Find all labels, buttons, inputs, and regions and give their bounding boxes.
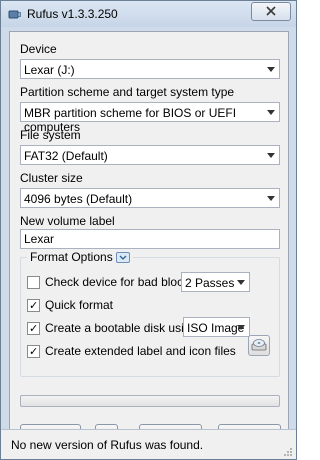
bad-blocks-passes-select[interactable]: 2 Passes [181,272,250,292]
device-value: Lexar (J:) [24,63,75,77]
bad-blocks-passes-value: 2 Passes [185,276,235,290]
chevron-down-icon [237,325,245,330]
partition-label: Partition scheme and target system type [20,85,235,99]
extended-label-text: Create extended label and icon files [45,344,236,358]
main-panel: Device Lexar (J:) Partition scheme and t… [9,31,289,453]
bad-blocks-option[interactable]: Check device for bad blocks: [27,275,198,289]
quick-format-option[interactable]: ✓ Quick format [27,298,113,312]
cluster-label: Cluster size [20,171,83,185]
device-label: Device [20,42,57,56]
extended-label-checkbox[interactable]: ✓ [27,344,40,358]
device-select[interactable]: Lexar (J:) [20,59,280,79]
volume-label-field[interactable] [20,229,280,249]
select-image-button[interactable] [248,335,270,356]
bootable-label: Create a bootable disk using: [45,321,201,335]
status-text: No new version of Rufus was found. [11,438,204,452]
volume-label-input[interactable] [21,230,275,248]
window-close-button[interactable] [251,2,291,21]
filesystem-select[interactable]: FAT32 (Default) [20,145,280,165]
extended-label-option[interactable]: ✓ Create extended label and icon files [27,344,236,358]
quick-format-checkbox[interactable]: ✓ [27,298,40,312]
title-bar[interactable]: Rufus v1.3.3.250 [1,1,296,27]
check-icon: ✓ [29,299,39,312]
cluster-value: 4096 bytes (Default) [24,192,133,206]
bootable-option[interactable]: ✓ Create a bootable disk using: [27,321,200,335]
cluster-select[interactable]: 4096 bytes (Default) [20,188,280,208]
bad-blocks-label: Check device for bad blocks: [45,275,199,289]
chevron-down-icon [119,250,127,264]
bootable-type-value: ISO Image [187,321,245,335]
disc-drive-icon [251,337,267,354]
close-icon [266,5,276,19]
filesystem-value: FAT32 (Default) [24,149,108,163]
window-title: Rufus v1.3.3.250 [27,7,118,21]
format-options-expand-button[interactable] [115,250,130,264]
quick-format-label: Quick format [45,298,114,312]
chevron-down-icon [267,196,275,201]
format-options-group: Format Options Check device for bad bloc… [20,250,280,377]
chevron-down-icon [267,110,275,115]
partition-select[interactable]: MBR partition scheme for BIOS or UEFI co… [20,102,280,134]
bootable-type-select[interactable]: ISO Image [183,317,250,337]
volume-label-caption: New volume label [20,214,115,228]
format-options-label: Format Options [30,250,113,264]
chevron-down-icon [267,67,275,72]
resize-grip-icon[interactable] [283,446,293,456]
rufus-window: Rufus v1.3.3.250 Device Lexar (J:) Parti… [0,0,297,460]
filesystem-label: File system [20,128,81,142]
format-options-title: Format Options [27,250,133,264]
check-icon: ✓ [29,322,39,335]
check-icon: ✓ [29,345,39,358]
bad-blocks-checkbox[interactable] [27,275,40,289]
status-bar: No new version of Rufus was found. [1,429,296,459]
chevron-down-icon [237,280,245,285]
bootable-checkbox[interactable]: ✓ [27,321,40,335]
chevron-down-icon [267,153,275,158]
format-progress-bar [20,395,280,407]
usb-drive-icon [7,7,21,21]
